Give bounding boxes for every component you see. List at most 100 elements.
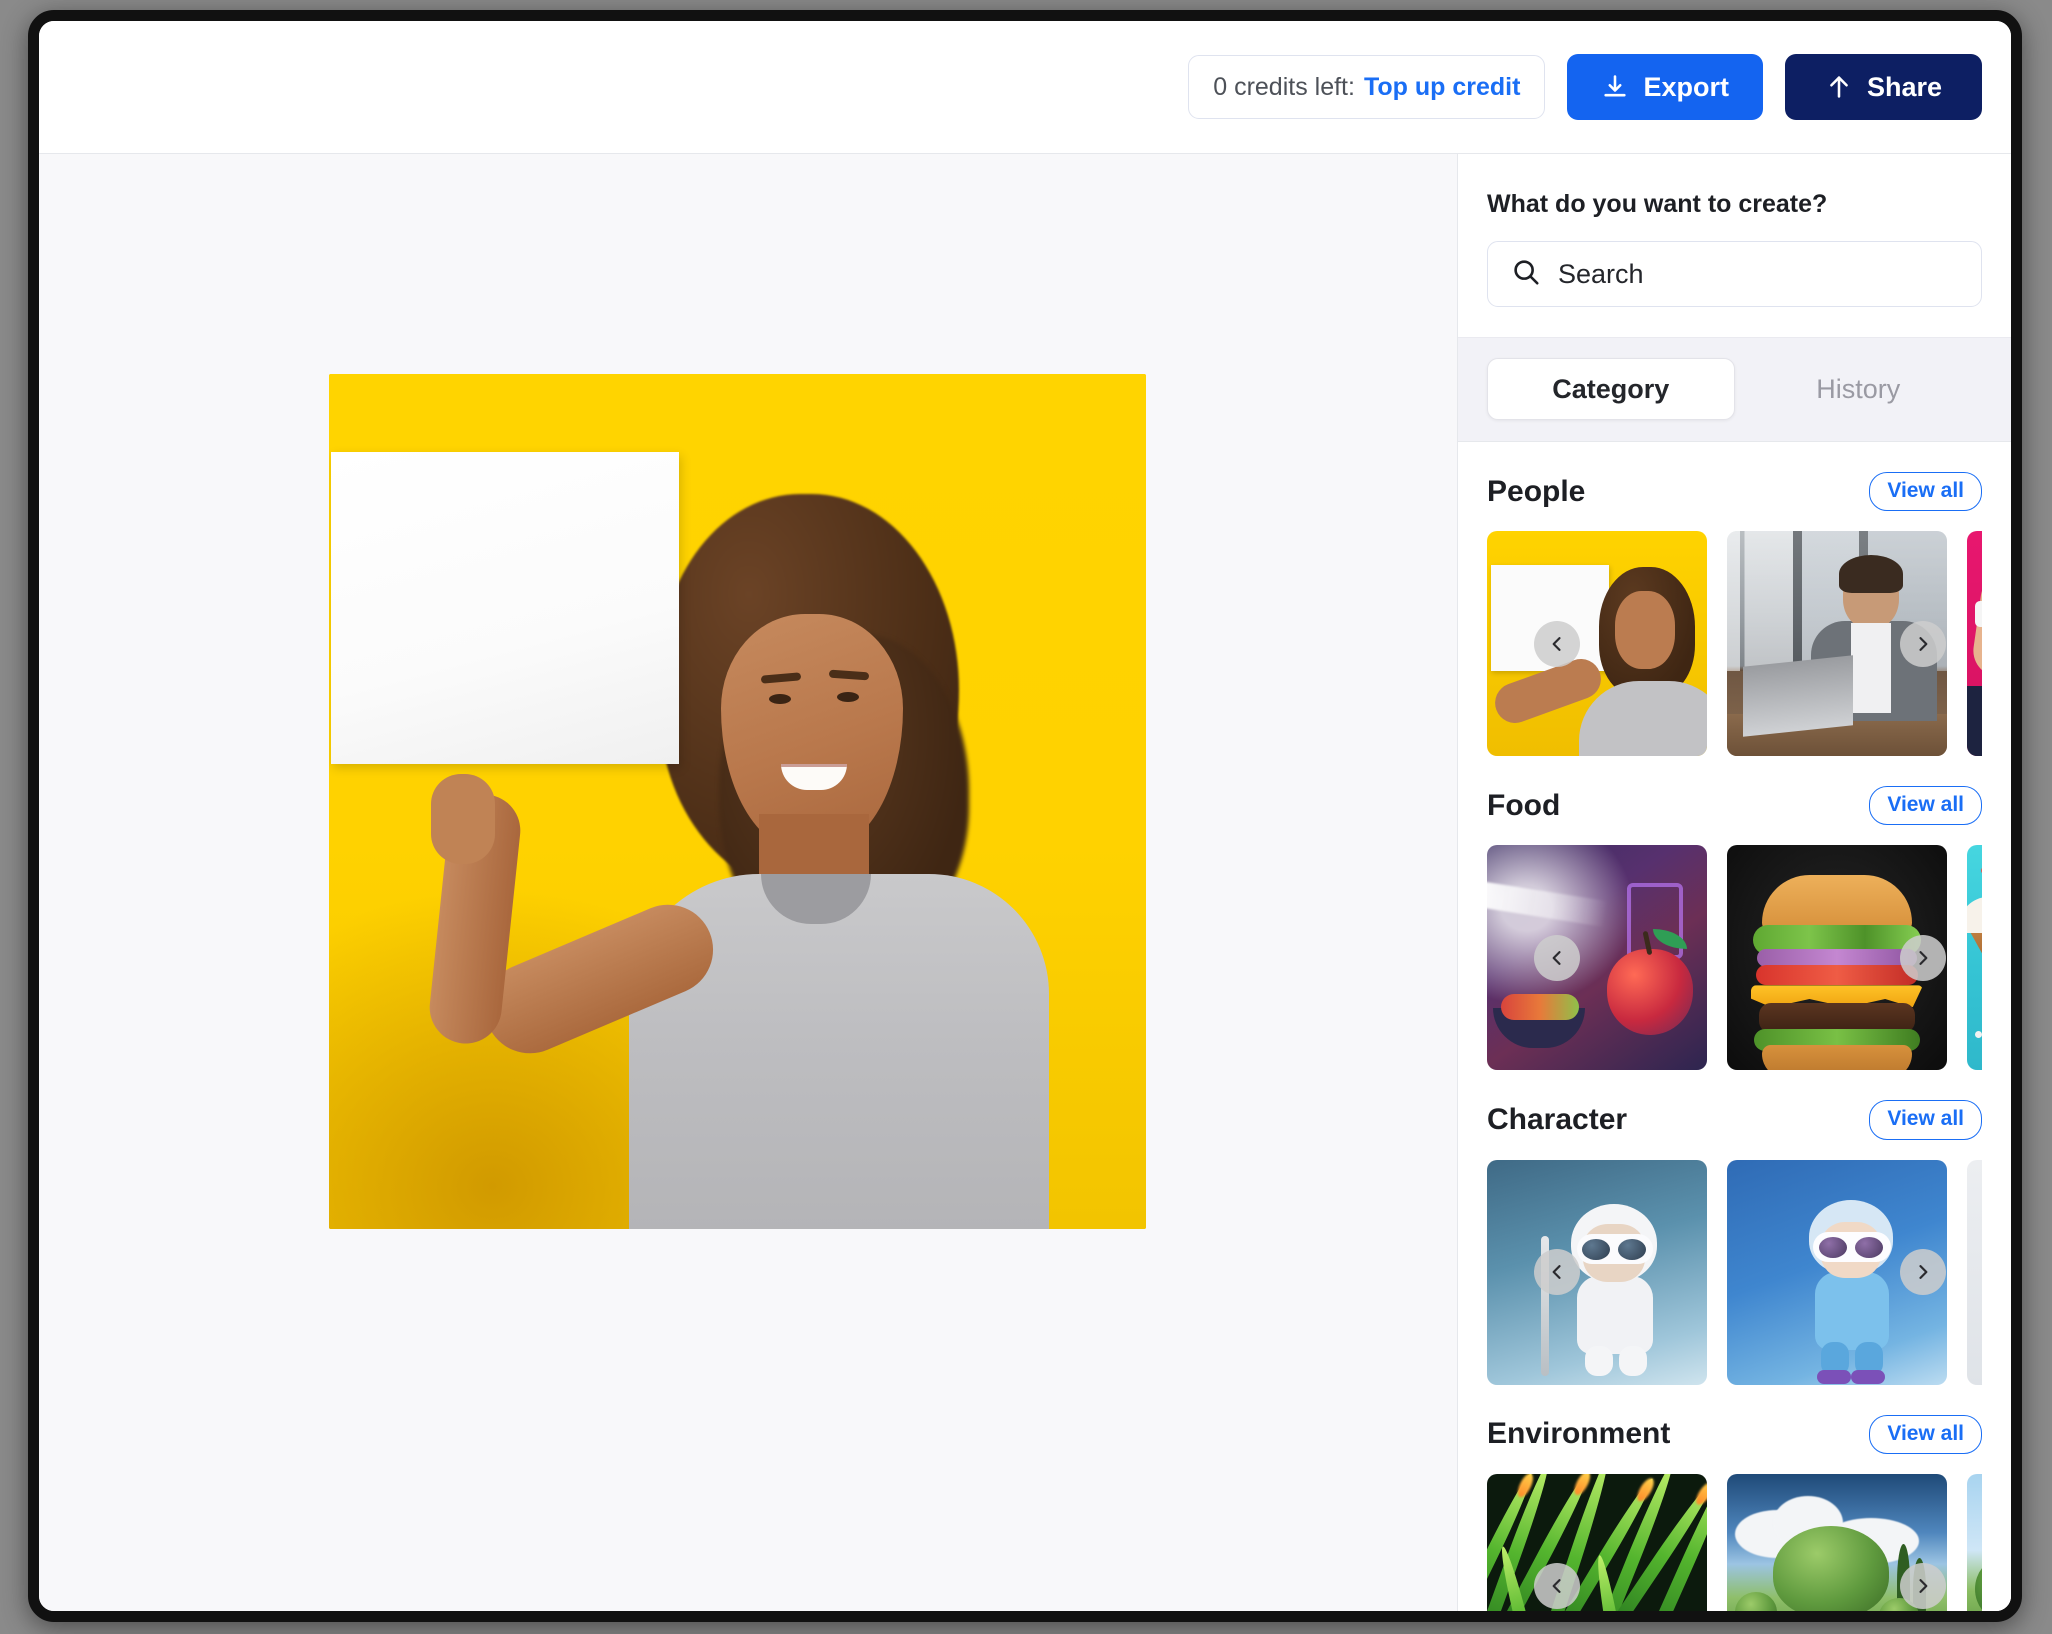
chevron-left-icon <box>1547 948 1567 968</box>
thumb-shape-tree <box>1735 1591 1777 1611</box>
thumb-shape-torso <box>1967 686 1982 757</box>
section-header: Environment View all <box>1487 1414 1982 1454</box>
image-canvas[interactable] <box>39 154 1457 1611</box>
section-food: Food View all <box>1487 756 1982 1071</box>
thumb-shape-tree <box>1975 1557 1982 1611</box>
thumb-shape-laptop <box>1743 655 1853 737</box>
thumb-shape-bun-top <box>1762 875 1912 932</box>
share-button-label: Share <box>1866 71 1942 102</box>
thumb-shape-sprinkle <box>1981 867 1982 875</box>
hero-hand <box>431 774 495 864</box>
thumb-shape-sprinkle <box>1975 1031 1982 1039</box>
section-header: Character View all <box>1487 1100 1982 1140</box>
thumb-shape-lens <box>1582 1238 1610 1260</box>
search-input[interactable] <box>1558 258 1958 290</box>
carousel-next-environment[interactable] <box>1900 1563 1946 1610</box>
thumb-shape-lens <box>1855 1236 1883 1258</box>
thumb-shape-shirt <box>1579 681 1707 757</box>
thumbnail-food-3[interactable] <box>1967 845 1982 1071</box>
chevron-left-icon <box>1547 634 1567 654</box>
chevron-left-icon <box>1547 1262 1567 1282</box>
chevron-left-icon <box>1547 1576 1567 1596</box>
category-sections[interactable]: People View all Food View all Character … <box>1458 442 2011 1611</box>
carousel-prev-environment[interactable] <box>1534 1563 1580 1610</box>
tab-category[interactable]: Category <box>1487 358 1735 420</box>
tab-history-label: History <box>1816 373 1901 404</box>
top-up-credit-link[interactable]: Top up credit <box>1364 73 1520 102</box>
section-title-food: Food <box>1487 788 1561 822</box>
view-all-character[interactable]: View all <box>1869 1100 1982 1140</box>
chevron-right-icon <box>1913 1262 1933 1282</box>
hero-eye-right <box>837 692 859 702</box>
share-button[interactable]: Share <box>1784 54 1982 120</box>
thumb-shape-shoe <box>1851 1369 1885 1384</box>
thumb-shape-body <box>1815 1271 1889 1350</box>
thumbnail-food-1[interactable] <box>1487 845 1707 1071</box>
thumb-shape-leg <box>1585 1345 1613 1376</box>
view-all-food[interactable]: View all <box>1869 786 1982 826</box>
thumbnail-character-3[interactable] <box>1967 1159 1982 1385</box>
carousel-next-people[interactable] <box>1900 620 1946 667</box>
app-window: 0 credits left: Top up credit Export Sha <box>28 10 2022 1622</box>
carousel-next-character[interactable] <box>1900 1249 1946 1296</box>
section-header: Food View all <box>1487 786 1982 826</box>
export-button[interactable]: Export <box>1567 54 1763 120</box>
thumb-shape-lens <box>1618 1238 1646 1260</box>
thumb-shape-face <box>1615 591 1675 670</box>
carousel-next-food[interactable] <box>1900 934 1946 981</box>
thumbnail-people-3[interactable] <box>1967 531 1982 757</box>
view-all-people[interactable]: View all <box>1869 472 1982 512</box>
thumbnail-people-1[interactable] <box>1487 531 1707 757</box>
canvas-main-image[interactable] <box>329 374 1146 1229</box>
sidebar-prompt-label: What do you want to create? <box>1487 190 1828 218</box>
carousel-people <box>1487 531 1982 757</box>
thumb-shape-tree <box>1773 1525 1889 1611</box>
thumbnail-environment-1[interactable] <box>1487 1473 1707 1611</box>
carousel-prev-character[interactable] <box>1534 1249 1580 1296</box>
view-all-environment[interactable]: View all <box>1869 1414 1982 1454</box>
thumb-shape-bun-bottom <box>1762 1045 1912 1071</box>
top-header-bar: 0 credits left: Top up credit Export Sha <box>39 21 2011 154</box>
thumb-shape-apple <box>1607 949 1693 1036</box>
section-people: People View all <box>1487 442 1982 757</box>
download-icon <box>1601 73 1629 101</box>
thumb-shape-band <box>1975 601 1982 628</box>
create-sidebar: What do you want to create? Category <box>1457 154 2011 1611</box>
carousel-food <box>1487 845 1982 1071</box>
thumbnail-environment-3[interactable] <box>1967 1473 1982 1611</box>
tab-category-label: Category <box>1552 373 1670 404</box>
section-header: People View all <box>1487 472 1982 512</box>
thumb-shape-fruit <box>1501 994 1579 1021</box>
thumb-shape-hair <box>1839 555 1903 594</box>
chevron-right-icon <box>1913 948 1933 968</box>
section-title-environment: Environment <box>1487 1417 1671 1451</box>
workspace: What do you want to create? Category <box>39 154 2011 1611</box>
thumbnail-character-1[interactable] <box>1487 1159 1707 1385</box>
thumb-shape-beam <box>1487 881 1609 928</box>
carousel-prev-food[interactable] <box>1534 934 1580 981</box>
section-title-people: People <box>1487 474 1586 508</box>
chevron-right-icon <box>1913 634 1933 654</box>
thumb-shape-shirt <box>1851 623 1891 714</box>
thumb-shape-lens <box>1819 1236 1847 1258</box>
sidebar-search-area: What do you want to create? <box>1458 154 2011 337</box>
credits-pill[interactable]: 0 credits left: Top up credit <box>1188 55 1546 119</box>
sidebar-tabs: Category History <box>1458 337 2011 442</box>
section-character: Character View all <box>1487 1070 1982 1385</box>
carousel-prev-people[interactable] <box>1534 620 1580 667</box>
hero-eye-left <box>769 694 791 704</box>
thumb-shape-tomato <box>1756 965 1918 986</box>
desktop-backdrop: 0 credits left: Top up credit Export Sha <box>0 0 2052 1634</box>
chevron-right-icon <box>1913 1576 1933 1596</box>
thumb-shape-body <box>1577 1275 1653 1354</box>
thumb-shape-leg <box>1619 1345 1647 1376</box>
thumb-shape-icecream <box>1967 897 1982 934</box>
section-environment: Environment View all <box>1487 1385 1982 1611</box>
thumb-shape-neon <box>1627 883 1683 960</box>
search-box[interactable] <box>1487 241 1982 307</box>
search-icon <box>1511 257 1541 292</box>
hero-blank-board <box>331 452 679 764</box>
tab-history[interactable]: History <box>1735 358 1983 420</box>
credits-left-text: 0 credits left: <box>1213 72 1355 101</box>
carousel-character <box>1487 1159 1982 1385</box>
